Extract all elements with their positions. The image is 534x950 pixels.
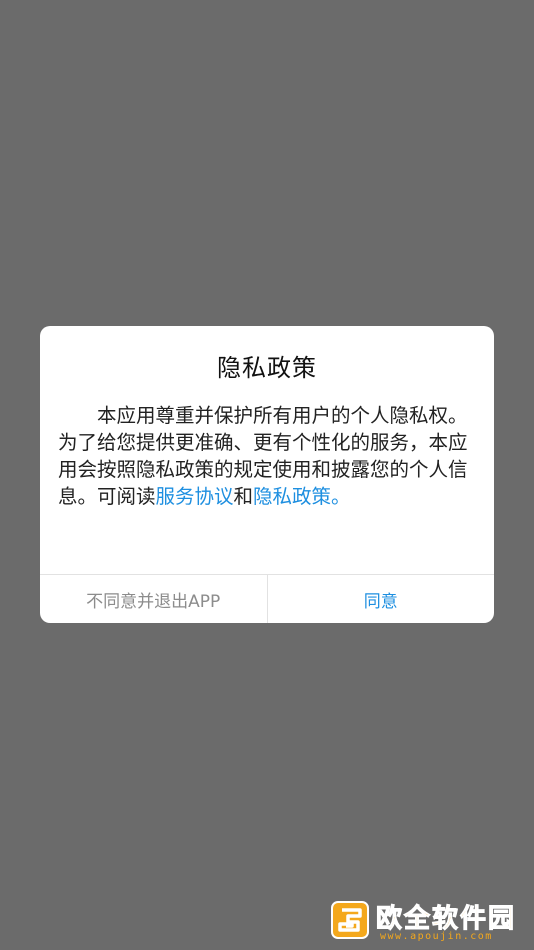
privacy-policy-dialog: 隐私政策 本应用尊重并保护所有用户的个人隐私权。为了给您提供更准确、更有个性化的… — [40, 326, 494, 623]
watermark-logo-icon — [331, 901, 369, 939]
watermark-url: www.apoujin.com — [380, 931, 493, 942]
watermark: 欧全软件园 www.apoujin.com — [330, 898, 526, 946]
service-agreement-link[interactable]: 服务协议 — [156, 485, 234, 508]
dialog-footer: 不同意并退出APP 同意 — [40, 574, 494, 623]
watermark-name: 欧全软件园 — [375, 904, 517, 935]
decline-exit-button[interactable]: 不同意并退出APP — [40, 575, 268, 623]
dialog-body: 本应用尊重并保护所有用户的个人隐私权。为了给您提供更准确、更有个性化的服务，本应… — [58, 402, 478, 510]
agree-button[interactable]: 同意 — [268, 575, 495, 623]
conjunction-text: 和 — [233, 485, 254, 508]
dialog-title: 隐私政策 — [217, 354, 317, 382]
privacy-policy-link[interactable]: 隐私政策。 — [253, 485, 351, 508]
